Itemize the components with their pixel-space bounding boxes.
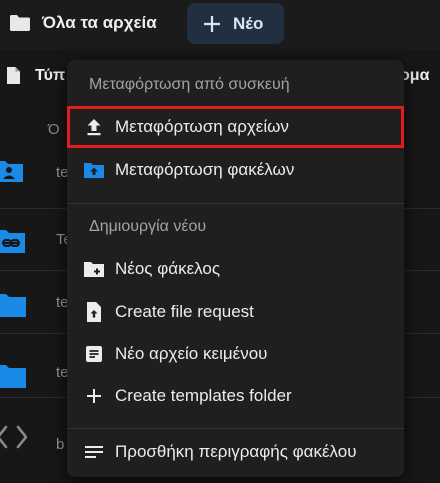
new-folder-icon [84, 262, 104, 277]
column-header-type[interactable]: Τύπ [35, 67, 65, 85]
new-text-file-item[interactable]: Νέο αρχείο κειμένου [67, 333, 404, 375]
upload-folders-item[interactable]: Μεταφόρτωση φακέλων [67, 149, 404, 191]
folder-icon [10, 15, 30, 31]
upload-folders-label: Μεταφόρτωση φακέλων [115, 160, 295, 179]
new-dropdown-menu: Μεταφόρτωση από συσκευή Μεταφόρτωση αρχε… [67, 60, 404, 477]
text-file-icon [86, 346, 102, 362]
create-file-request-item[interactable]: Create file request [67, 291, 404, 333]
top-bar: Όλα τα αρχεία Νέο [0, 0, 440, 50]
file-icon [7, 67, 20, 84]
upload-icon [87, 119, 101, 136]
breadcrumb-all-files[interactable]: Όλα τα αρχεία [42, 13, 157, 33]
create-section-heading: Δημιουργία νέου [89, 218, 207, 235]
new-button-label: Νέο [233, 14, 264, 33]
menu-divider [67, 428, 404, 429]
add-folder-description-item[interactable]: Προσθήκη περιγραφής φακέλου [67, 431, 404, 473]
column-subheader: Ό [48, 121, 60, 138]
new-button[interactable]: Νέο [187, 3, 284, 44]
add-folder-description-label: Προσθήκη περιγραφής φακέλου [115, 442, 357, 461]
upload-section-heading: Μεταφόρτωση από συσκευή [89, 76, 290, 93]
new-text-file-label: Νέο αρχείο κειμένου [115, 344, 268, 363]
upload-files-item[interactable]: Μεταφόρτωση αρχείων [67, 106, 404, 148]
folder-upload-icon [84, 163, 104, 178]
link-folder-icon [0, 230, 25, 253]
file-upload-icon [87, 302, 101, 322]
plus-icon [87, 389, 101, 403]
folder-icon [0, 365, 26, 388]
code-icon [0, 425, 27, 449]
create-file-request-label: Create file request [115, 302, 254, 321]
column-header-name[interactable]: ομα [400, 67, 429, 85]
plus-icon [204, 16, 220, 32]
menu-divider [67, 203, 404, 204]
new-folder-label: Νέος φάκελος [115, 259, 221, 278]
description-icon [85, 446, 103, 458]
create-templates-folder-item[interactable]: Create templates folder [67, 375, 404, 417]
upload-files-label: Μεταφόρτωση αρχείων [115, 117, 289, 136]
row-name: b [56, 436, 65, 453]
new-folder-item[interactable]: Νέος φάκελος [67, 248, 404, 290]
create-templates-folder-label: Create templates folder [115, 386, 292, 405]
folder-icon [0, 294, 26, 317]
shared-folder-icon [0, 161, 23, 182]
